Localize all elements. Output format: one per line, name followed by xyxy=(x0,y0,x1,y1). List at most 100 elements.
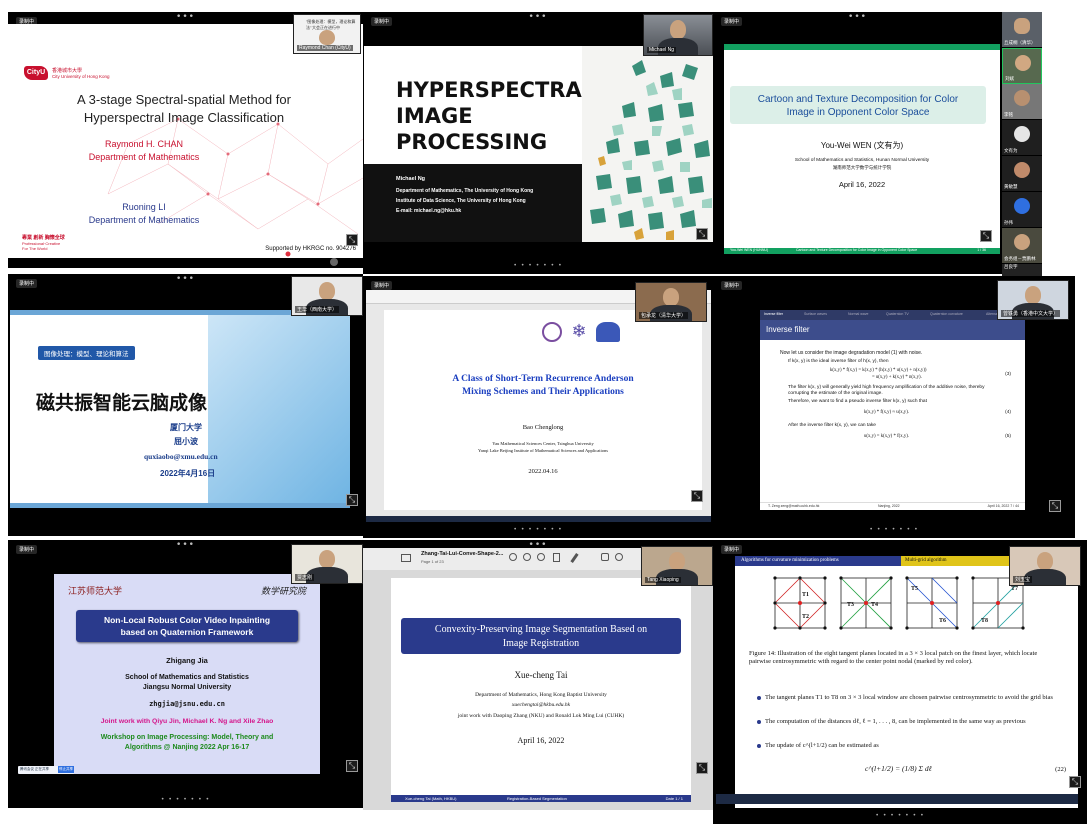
fullscreen-icon[interactable]: ⤡ xyxy=(346,760,358,772)
video-tile-5[interactable]: 录制中 ❄ A Class of Short-Term Recurrence A… xyxy=(363,276,713,538)
participant-name: 李铭 xyxy=(1004,112,1013,117)
video-tile-2[interactable]: 录制中 ••• HYPERSPECTRAL IMAGE PROCESSING M… xyxy=(363,12,713,274)
video-tile-3[interactable]: 录制中 ••• Cartoon and Texture Decompositio… xyxy=(713,12,1002,274)
speaker-camera[interactable]: 贾志刚 xyxy=(291,544,363,584)
recording-badge: 录制中 xyxy=(16,545,38,554)
page-indicator[interactable]: • • • • • • • xyxy=(869,526,918,533)
zoom-in-icon[interactable] xyxy=(537,553,545,561)
info-icon[interactable] xyxy=(509,553,517,561)
page-indicator[interactable]: • • • • • • • xyxy=(161,796,210,803)
label-t4: T4 xyxy=(871,602,878,608)
more-options-icon[interactable]: ••• xyxy=(848,12,867,22)
fullscreen-icon[interactable]: ⤡ xyxy=(346,234,358,246)
recording-badge: 录制中 xyxy=(721,281,743,290)
video-tile-7[interactable]: 录制中 ••• 江苏师范大学 数学研究院 Non-Local Robust Co… xyxy=(8,540,363,808)
bullet-1: If k(x, y) is the ideal inverse filter o… xyxy=(788,359,889,364)
header-left: Algorithms for curvature minimization pr… xyxy=(741,558,839,563)
participant-name: 会务组－贾鹏林 xyxy=(1004,256,1036,261)
speaker-camera[interactable]: Tang Xiaoping xyxy=(641,546,713,586)
nav-item[interactable]: Surface waves xyxy=(804,312,827,316)
fullscreen-icon[interactable]: ⤡ xyxy=(980,230,992,242)
fullscreen-icon[interactable]: ⤡ xyxy=(1049,500,1061,512)
footer-right: Date 1 / 1 xyxy=(665,796,683,801)
participant-name-extra: 吕良宇 xyxy=(1004,264,1018,269)
markup-icon[interactable] xyxy=(615,553,623,561)
workshop-line2: Algorithms @ Nanjing 2022 Apr 16-17 xyxy=(124,744,250,751)
fullscreen-icon[interactable]: ⤡ xyxy=(691,490,703,502)
participant-strip: 丘成桐（清华） 刘斌 李铭 文有为 黄敏慧 孙伟 会务组－贾鹏林 吕良宇 xyxy=(1002,12,1042,277)
speaker-camera[interactable]: 王华（西南大学） xyxy=(291,276,363,316)
video-tile-9[interactable]: 录制中 Algorithms for curvature minimizatio… xyxy=(713,540,1087,824)
participant-name: 刘斌 xyxy=(1005,76,1014,81)
rotate-icon[interactable] xyxy=(601,553,609,561)
share-icon[interactable] xyxy=(553,553,560,562)
participant-tile[interactable]: 文有为 xyxy=(1002,120,1042,156)
participant-name: 文有为 xyxy=(1004,148,1018,153)
fullscreen-icon[interactable]: ⤡ xyxy=(1069,776,1081,788)
footer-left: Xue-cheng Tai (Math, HKBU) xyxy=(405,796,457,801)
speaker-name: 屈小波 xyxy=(174,437,198,446)
title-line1: A Class of Short-Term Recurrence Anderso… xyxy=(452,374,634,384)
more-options-icon[interactable]: ••• xyxy=(176,12,195,22)
fullscreen-icon[interactable]: ⤡ xyxy=(346,494,358,506)
fullscreen-icon[interactable]: ⤡ xyxy=(696,228,708,240)
video-tile-4[interactable]: 录制中 ••• 图像处理：模型、理论和算法 磁共振智能云脑成像 厦门大学 屈小波… xyxy=(8,274,363,536)
pen-icon[interactable] xyxy=(570,553,579,563)
speaker-camera[interactable]: 刘玉宝 xyxy=(1009,546,1081,586)
participant-tile[interactable]: 李铭 xyxy=(1002,84,1042,120)
more-options-icon[interactable]: ••• xyxy=(176,274,195,284)
video-tile-8[interactable]: ••• Zhang-Tai-Lui-Conve-Shape-2... Page … xyxy=(363,540,713,810)
motto-cn: 專業 創新 胸懷全球 xyxy=(22,235,65,241)
speaker-camera[interactable]: 曾铁勇（香港中文大学） xyxy=(997,280,1069,320)
header-right-text: Multi-grid algorithm xyxy=(905,558,947,563)
title-line2: IMAGE xyxy=(396,104,473,128)
bullet-dot xyxy=(757,744,761,748)
taskbar-item-stop[interactable]: 停止共享 xyxy=(58,766,74,773)
speaker-camera[interactable]: 包承龙（清华大学） xyxy=(635,282,707,322)
footer: T. Zeng zeng@math.cuhk.edu.hk Nanjing, 2… xyxy=(760,502,1025,510)
recording-badge: 录制中 xyxy=(371,281,393,290)
speaker-name: 包承龙（清华大学） xyxy=(639,312,689,319)
participant-name: 孙伟 xyxy=(1004,220,1013,225)
page-indicator[interactable]: • • • • • • • xyxy=(875,812,924,819)
shared-slide: 图像处理：模型、理论和算法 磁共振智能云脑成像 厦门大学 屈小波 quxiaob… xyxy=(10,310,350,508)
label-t1: T1 xyxy=(802,592,809,598)
footer-left: You-Wei WEN (HUNNU) xyxy=(730,248,769,252)
speaker-camera[interactable]: Michael Ng xyxy=(643,14,713,56)
date: 2022年4月16日 xyxy=(160,469,216,478)
page-indicator[interactable]: • • • • • • • xyxy=(513,262,562,269)
support-note: Supported by HKRGC no. 904276 xyxy=(265,246,356,252)
title-box: Convexity-Preserving Image Segmentation … xyxy=(401,618,681,654)
nav-item[interactable]: Inverse filter xyxy=(764,312,783,316)
speaker-name: 王华（西南大学） xyxy=(295,306,340,313)
video-tile-6[interactable]: 录制中 Inverse filter Surface waves Normal … xyxy=(713,276,1075,538)
nav-item[interactable]: Quaternion curvature xyxy=(930,312,963,316)
email: zhgjia@jsnu.edu.cn xyxy=(149,700,225,708)
footer-mid: Cartoon and Texture Decomposition for Co… xyxy=(796,248,918,252)
university-logo: 江苏师范大学 xyxy=(68,587,123,597)
sidebar-toggle-icon[interactable] xyxy=(401,554,411,562)
title-line2: based on Quaternion Framework xyxy=(120,627,254,637)
dept-1: Department of Mathematics xyxy=(88,152,200,162)
participant-tile[interactable]: 丘成桐（清华） xyxy=(1002,12,1042,48)
label-t8: T8 xyxy=(981,618,988,624)
footer-left: T. Zeng zeng@math.cuhk.edu.hk xyxy=(768,504,820,508)
participant-tile[interactable]: 孙伟 xyxy=(1002,192,1042,228)
more-options-icon[interactable]: ••• xyxy=(529,12,548,22)
zoom-out-icon[interactable] xyxy=(523,553,531,561)
workshop-line1: Workshop on Image Processing: Model, The… xyxy=(100,734,274,741)
speaker-camera[interactable]: "图像处理：模型，理论和算法" 大会正在进行中 Raymond Chan (Ci… xyxy=(293,14,361,54)
fullscreen-icon[interactable]: ⤡ xyxy=(696,762,708,774)
more-options-icon[interactable]: ••• xyxy=(176,540,195,550)
video-tile-1[interactable]: 录制中 ••• CityU 香港城市大學 City University of … xyxy=(8,12,363,268)
footer-bar: Xue-cheng Tai (Math, HKBU) Registration-… xyxy=(391,795,691,802)
author: Bao Chenglong xyxy=(522,424,564,431)
participant-tile[interactable]: 刘斌 xyxy=(1002,48,1042,84)
page-indicator[interactable]: • • • • • • • xyxy=(513,526,562,533)
nav-item[interactable]: Normal wave xyxy=(848,312,868,316)
participant-tile[interactable]: 黄敏慧 xyxy=(1002,156,1042,192)
taskbar-item-share[interactable]: 腾讯会议 正在共享 xyxy=(20,767,49,772)
nav-item[interactable]: Quaternion TV xyxy=(886,312,909,316)
participant-tile[interactable]: 会务组－贾鹏林 xyxy=(1002,228,1042,264)
bullet-3: Therefore, we want to find a pseudo inve… xyxy=(788,399,927,404)
